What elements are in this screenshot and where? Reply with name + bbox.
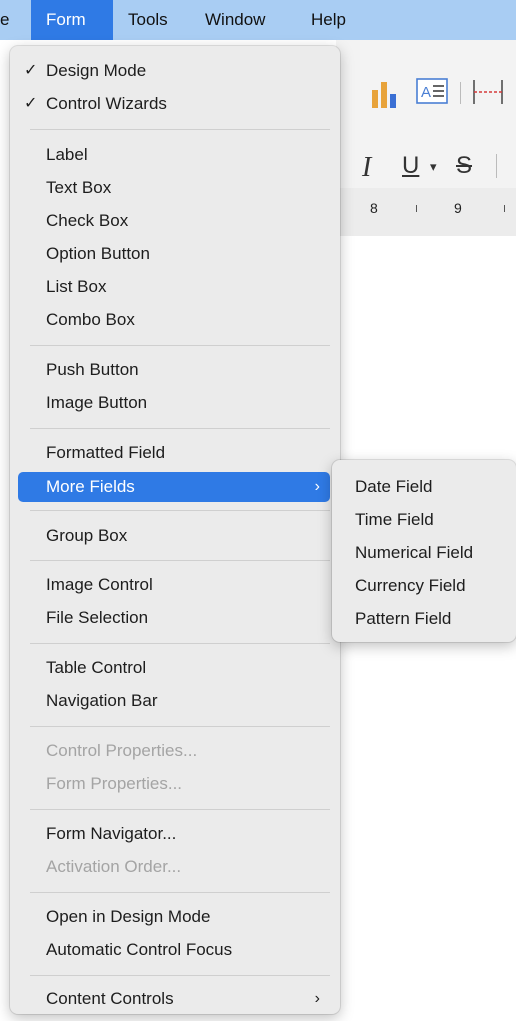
menu-item-navigation-bar[interactable]: Navigation Bar: [18, 686, 330, 716]
page-break-icon[interactable]: [472, 78, 506, 106]
menu-item-form-properties: Form Properties...: [18, 769, 330, 799]
menu-item-label: Form Properties...: [46, 774, 183, 793]
menu-item-label: Control Wizards: [46, 94, 167, 113]
menu-item-label: Navigation Bar: [46, 691, 158, 710]
menu-item-check-box[interactable]: Check Box: [18, 206, 330, 236]
menu-item-label: Design Mode: [46, 61, 147, 80]
underline-dropdown-icon[interactable]: ▾: [430, 159, 437, 175]
menu-separator: [30, 643, 330, 644]
text-box-icon[interactable]: A: [416, 78, 450, 106]
underline-icon[interactable]: U: [402, 152, 419, 180]
menu-item-label: Open in Design Mode: [46, 907, 211, 926]
menu-item-label: Text Box: [46, 178, 112, 197]
menu-item-formatted-field[interactable]: Formatted Field: [18, 438, 330, 468]
menu-item-label: Combo Box: [46, 310, 135, 329]
horizontal-ruler[interactable]: 8 9: [336, 188, 516, 236]
menu-item-label: Date Field: [355, 477, 433, 496]
toolbar-divider: [460, 82, 461, 104]
menu-item-label: Formatted Field: [46, 443, 166, 462]
chevron-right-icon: ›: [314, 478, 320, 495]
menu-item-label: File Selection: [46, 608, 149, 627]
formatting-toolbar: A I U ▾ S: [336, 78, 516, 188]
submenu-item-numerical-field[interactable]: Numerical Field: [332, 538, 516, 568]
strikethrough-icon[interactable]: S: [456, 152, 472, 180]
menu-item-label: Currency Field: [355, 576, 466, 595]
menu-bar-item-edit[interactable]: e: [0, 0, 9, 40]
menu-separator: [30, 726, 330, 727]
more-fields-submenu: Date Field Time Field Numerical Field Cu…: [332, 460, 516, 642]
menu-item-design-mode[interactable]: ✓ Design Mode: [18, 56, 330, 86]
menu-separator: [30, 975, 330, 976]
menu-item-label: Pattern Field: [355, 609, 452, 628]
menu-item-text-box[interactable]: Text Box: [18, 173, 330, 203]
menu-separator: [30, 345, 330, 346]
submenu-item-pattern-field[interactable]: Pattern Field: [332, 604, 516, 634]
italic-icon[interactable]: I: [362, 152, 371, 184]
menu-item-label: Content Controls: [46, 989, 174, 1008]
menu-bar-item-tools[interactable]: Tools: [128, 0, 168, 40]
menu-item-label: Group Box: [46, 526, 128, 545]
ruler-tick: [416, 205, 417, 212]
menu-separator: [30, 809, 330, 810]
menu-item-label-control[interactable]: Label: [18, 140, 330, 170]
menu-item-label: Option Button: [46, 244, 150, 263]
menu-item-label: Image Control: [46, 575, 153, 594]
ruler-tick: [504, 205, 505, 212]
menu-bar: e Form Tools Window Help: [0, 0, 516, 40]
menu-item-file-selection[interactable]: File Selection: [18, 603, 330, 633]
menu-separator: [30, 892, 330, 893]
checkmark-icon: ✓: [24, 62, 38, 79]
menu-separator: [30, 510, 330, 511]
menu-item-option-button[interactable]: Option Button: [18, 239, 330, 269]
submenu-item-time-field[interactable]: Time Field: [332, 505, 516, 535]
menu-item-group-box[interactable]: Group Box: [18, 521, 330, 551]
ruler-number: 8: [370, 200, 378, 216]
menu-separator: [30, 428, 330, 429]
menu-item-activation-order: Activation Order...: [18, 852, 330, 882]
menu-item-image-control[interactable]: Image Control: [18, 570, 330, 600]
menu-item-label: List Box: [46, 277, 107, 296]
menu-item-label: More Fields: [46, 477, 135, 496]
menu-item-content-controls[interactable]: Content Controls ›: [18, 984, 330, 1014]
menu-bar-item-help[interactable]: Help: [311, 0, 346, 40]
menu-item-combo-box[interactable]: Combo Box: [18, 305, 330, 335]
menu-bar-item-form[interactable]: Form: [46, 0, 86, 40]
menu-item-push-button[interactable]: Push Button: [18, 355, 330, 385]
menu-item-control-wizards[interactable]: ✓ Control Wizards: [18, 89, 330, 119]
menu-item-automatic-control-focus[interactable]: Automatic Control Focus: [18, 935, 330, 965]
chart-icon[interactable]: [370, 80, 404, 108]
menu-bar-item-window[interactable]: Window: [205, 0, 265, 40]
ruler-number: 9: [454, 200, 462, 216]
menu-item-form-navigator[interactable]: Form Navigator...: [18, 819, 330, 849]
menu-separator: [30, 560, 330, 561]
menu-item-label: Table Control: [46, 658, 147, 677]
svg-text:A: A: [421, 84, 431, 101]
menu-item-label: Activation Order...: [46, 857, 182, 876]
menu-item-table-control[interactable]: Table Control: [18, 653, 330, 683]
menu-item-label: Numerical Field: [355, 543, 474, 562]
menu-item-label: Push Button: [46, 360, 139, 379]
menu-item-control-properties: Control Properties...: [18, 736, 330, 766]
menu-item-label: Form Navigator...: [46, 824, 177, 843]
checkmark-icon: ✓: [24, 95, 38, 112]
submenu-item-currency-field[interactable]: Currency Field: [332, 571, 516, 601]
chevron-right-icon: ›: [314, 990, 320, 1007]
menu-item-label: Time Field: [355, 510, 434, 529]
toolbar-divider: [496, 154, 497, 178]
menu-item-list-box[interactable]: List Box: [18, 272, 330, 302]
menu-item-label: Label: [46, 145, 88, 164]
menu-item-label: Control Properties...: [46, 741, 198, 760]
menu-item-image-button[interactable]: Image Button: [18, 388, 330, 418]
menu-item-label: Automatic Control Focus: [46, 940, 233, 959]
menu-item-label: Check Box: [46, 211, 129, 230]
menu-item-label: Image Button: [46, 393, 148, 412]
submenu-item-date-field[interactable]: Date Field: [332, 472, 516, 502]
menu-item-open-in-design-mode[interactable]: Open in Design Mode: [18, 902, 330, 932]
form-menu: ✓ Design Mode ✓ Control Wizards Label Te…: [10, 46, 340, 1014]
menu-separator: [30, 129, 330, 130]
menu-item-more-fields[interactable]: More Fields ›: [18, 472, 330, 502]
